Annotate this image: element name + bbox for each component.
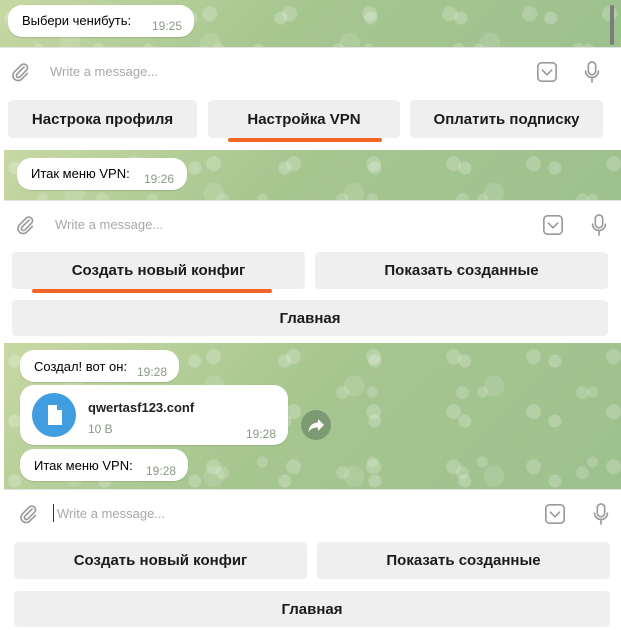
emoji-keyboard-icon[interactable]	[536, 61, 558, 83]
paperclip-icon[interactable]	[9, 61, 31, 83]
message-text: Итак меню VPN:	[31, 166, 130, 181]
message-bubble: Выбери ченибуть: 19:25	[8, 5, 194, 37]
microphone-icon[interactable]	[581, 60, 603, 84]
message-text: Выбери ченибуть:	[22, 13, 132, 28]
profile-settings-button[interactable]: Настрока профиля	[8, 100, 197, 138]
message-bubble: Итак меню VPN: 19:26	[17, 158, 187, 190]
message-time: 19:26	[144, 172, 175, 186]
screenshot-panel-2: Итак меню VPN: 19:26 Write a message... …	[4, 150, 621, 340]
screenshot-panel-3: Создал! вот он: 19:28 qwertasf123.conf 1…	[4, 343, 621, 630]
create-config-button[interactable]: Создать новый конфиг	[12, 252, 305, 289]
microphone-icon[interactable]	[588, 213, 610, 237]
highlight-underline	[228, 138, 382, 142]
paperclip-icon[interactable]	[14, 214, 36, 236]
screenshot-panel-1: Выбери ченибуть: 19:25 Write a message..…	[0, 0, 621, 148]
message-input[interactable]: Write a message...	[57, 506, 165, 521]
main-menu-button[interactable]: Главная	[14, 591, 610, 627]
chat-area: Выбери ченибуть: 19:25	[0, 0, 621, 47]
chat-area: Создал! вот он: 19:28 qwertasf123.conf 1…	[4, 343, 621, 489]
vpn-settings-button[interactable]: Настройка VPN	[208, 100, 400, 138]
highlight-underline	[32, 289, 272, 293]
text-cursor	[53, 504, 54, 522]
document-icon	[48, 405, 62, 425]
message-time: 19:28	[137, 365, 168, 379]
message-text: Итак меню VPN:	[34, 458, 133, 473]
message-time: 19:28	[246, 427, 277, 441]
microphone-icon[interactable]	[590, 502, 612, 526]
share-icon	[308, 419, 324, 432]
message-input[interactable]: Write a message...	[55, 217, 163, 232]
show-created-button[interactable]: Показать созданные	[317, 542, 610, 579]
message-text: Создал! вот он:	[34, 359, 128, 374]
pay-subscription-button[interactable]: Оплатить подписку	[410, 100, 603, 138]
message-input-bar: Write a message...	[0, 47, 621, 95]
share-button[interactable]	[301, 410, 331, 440]
file-type-icon[interactable]	[32, 393, 76, 437]
main-menu-button[interactable]: Главная	[12, 300, 608, 336]
message-input[interactable]: Write a message...	[50, 64, 158, 79]
message-input-bar: Write a message...	[4, 489, 621, 536]
message-bubble: Создал! вот он: 19:28	[20, 350, 179, 382]
message-bubble: Итак меню VPN: 19:28	[20, 449, 188, 481]
paperclip-icon[interactable]	[17, 503, 39, 525]
emoji-keyboard-icon[interactable]	[544, 503, 566, 525]
message-input-bar: Write a message...	[4, 200, 621, 247]
chat-area: Итак меню VPN: 19:26	[4, 150, 621, 200]
message-time: 19:25	[152, 19, 183, 33]
file-size: 10 B	[88, 422, 113, 436]
create-config-button[interactable]: Создать новый конфиг	[14, 542, 307, 579]
emoji-keyboard-icon[interactable]	[542, 214, 564, 236]
show-created-button[interactable]: Показать созданные	[315, 252, 608, 289]
chat-scrollbar[interactable]	[610, 5, 614, 45]
message-time: 19:28	[146, 464, 177, 478]
file-message-bubble[interactable]: qwertasf123.conf 10 B 19:28	[20, 385, 288, 445]
file-name[interactable]: qwertasf123.conf	[88, 400, 194, 415]
